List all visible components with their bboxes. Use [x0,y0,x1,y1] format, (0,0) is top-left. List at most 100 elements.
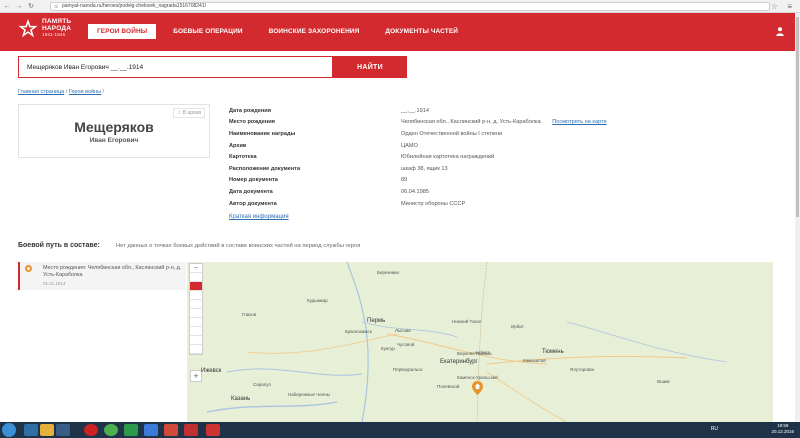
detail-value: Министр обороны СССР [401,200,466,207]
scrollbar-thumb[interactable] [796,17,799,217]
explorer-taskbar-icon[interactable] [40,424,54,436]
nav-burials[interactable]: ВОИНСКИЕ ЗАХОРОНЕНИЯ [260,24,369,39]
map-city-label: Ялуторовск [570,367,595,372]
map-zoom-bar: − [189,263,203,355]
zoom-level-active[interactable] [190,282,202,291]
map-city-label: Екатеринбург [440,359,478,365]
camera-taskbar-icon[interactable] [206,424,220,436]
address-text: pamyat-naroda.ru/heroes/podvig-chelovek_… [62,3,206,9]
brief-info-link[interactable]: Краткая информация [229,214,289,220]
zoom-level[interactable] [190,273,202,282]
map-city-label: Каменск-Уральский [457,375,498,380]
logo-text: ПАМЯТЬ НАРОДА 1941-1945 [42,19,71,39]
map-city-label: Тюмень [542,349,564,355]
zoom-out-button[interactable]: − [190,264,202,273]
breadcrumb-home[interactable]: Главная страница [18,89,64,95]
detail-row: Дата документа 06.04.1985 [229,186,689,198]
event-date: 01.01.1914 [43,281,66,286]
detail-row: Наименование награды Орден Отечественной… [229,128,689,140]
birthplace-text: Челябинская обл., Каслинский р-н, д. Уст… [401,119,541,126]
map-city-label: Чусовой [397,342,415,347]
clock-date: 20.12.2016 [771,429,794,434]
map-pin-icon[interactable] [472,381,483,395]
zoom-level[interactable] [190,318,202,327]
add-to-archive-button[interactable]: ☆ В архив [172,108,205,118]
opera-taskbar-icon[interactable] [84,424,98,436]
award-details: Дата рождения __.__.1914 Место рождения … [229,105,689,209]
search-input[interactable]: Мещеряков Иван Егорович __.__.1914 [18,56,333,78]
back-icon[interactable]: ← [3,2,11,10]
detail-row: Архив ЦАМО [229,140,689,152]
detail-label: Картотека [229,154,257,161]
zoom-level[interactable] [190,345,202,354]
map-city-label: Кудымкар [307,298,328,303]
hero-surname: Мещеряков [74,119,154,135]
search-value: Мещеряков Иван Егорович __.__.1914 [27,63,144,71]
detail-value: 06.04.1985 [401,188,429,195]
detail-label: Автор документа [229,200,277,207]
app-taskbar-icon[interactable] [184,424,198,436]
detail-value: 89 [401,177,408,184]
bookmark-star-icon[interactable]: ☆ [771,2,778,11]
start-button[interactable] [2,423,16,437]
nav-heroes[interactable]: ГЕРОИ ВОЙНЫ [88,24,157,39]
browser-toolbar: ← → ↻ ⊙ pamyat-naroda.ru/heroes/podvig-c… [0,0,800,13]
map-city-label: Кунгур [381,346,395,351]
page-info-icon[interactable]: ⊙ [54,4,60,10]
chrome-taskbar-icon[interactable] [104,424,118,436]
zoom-level[interactable] [190,291,202,300]
detail-value: шкаф 38, ящик 13 [401,165,448,172]
detail-row: Картотека Юбилейная картотека награждени… [229,151,689,163]
detail-label: Архив [229,142,247,149]
nav-operations[interactable]: БОЕВЫЕ ОПЕРАЦИИ [164,24,251,39]
hero-card: ☆ В архив Мещеряков Иван Егорович [18,104,210,158]
detail-row: Расположение документа шкаф 38, ящик 13 [229,163,689,175]
detail-label: Номер документа [229,177,278,184]
browser-menu-icon[interactable]: ≡ [787,2,792,11]
page-scrollbar[interactable] [795,13,800,422]
radio-dot-icon [25,265,32,272]
media-taskbar-icon[interactable] [56,424,70,436]
hero-given-name: Иван Егорович [89,137,139,144]
user-icon[interactable] [776,27,784,36]
address-bar[interactable]: ⊙ pamyat-naroda.ru/heroes/podvig-chelove… [50,1,770,11]
app-taskbar-icon[interactable] [144,424,158,436]
app-taskbar-icon[interactable] [164,424,178,436]
map-city-label: Глазов [242,312,257,317]
breadcrumb-heroes[interactable]: Герои войны [69,89,101,95]
combat-path-title: Боевой путь в составе: [18,242,100,249]
forward-icon[interactable]: → [15,2,23,10]
detail-value: Челябинская обл., Каслинский р-н, д. Уст… [401,119,607,125]
map-city-label: Казань [231,396,251,402]
map-city-label: Ишим [657,379,670,384]
combat-path-note: Нет данных о точках боевых действий в со… [116,243,361,249]
map-city-label: Пермь [367,318,386,324]
zoom-level[interactable] [190,309,202,318]
list-item[interactable]: Место рождения: Челябинская обл., Каслин… [18,262,186,290]
zoom-level[interactable] [190,300,202,309]
detail-row: Место рождения Челябинская обл., Каслинс… [229,117,689,129]
map-city-label: Березники [377,270,399,275]
skype-taskbar-icon[interactable] [124,424,138,436]
reload-icon[interactable]: ↻ [27,2,35,10]
detail-row: Дата рождения __.__.1914 [229,105,689,117]
main-nav: ГЕРОИ ВОЙНЫ БОЕВЫЕ ОПЕРАЦИИ ВОИНСКИЕ ЗАХ… [88,24,475,39]
show-on-map-link[interactable]: Посмотреть на карте [552,119,606,125]
system-clock[interactable]: 19:59 20.12.2016 [771,423,794,435]
zoom-level[interactable] [190,336,202,345]
site-logo[interactable]: ПАМЯТЬ НАРОДА 1941-1945 [17,18,71,40]
map-city-label: Ижевск [201,368,222,374]
detail-label: Расположение документа [229,165,301,172]
logo-years: 1941-1945 [42,32,66,38]
map[interactable]: − + Березники Пермь Екатеринбург Тюмень … [187,262,773,422]
event-text: Место рождения: Челябинская обл., Каслин… [43,265,182,278]
detail-value: Орден Отечественной войны I степени [401,130,503,137]
search-button[interactable]: НАЙТИ [333,56,407,78]
map-city-label: Нижний Тагил [452,319,482,324]
map-city-label: Первоуральск [393,367,423,372]
zoom-level[interactable] [190,327,202,336]
nav-unit-documents[interactable]: ДОКУМЕНТЫ ЧАСТЕЙ [376,24,467,39]
language-indicator[interactable]: RU [711,426,718,432]
ie-taskbar-icon[interactable] [24,424,38,436]
detail-row: Автор документа Министр обороны СССР [229,198,689,210]
